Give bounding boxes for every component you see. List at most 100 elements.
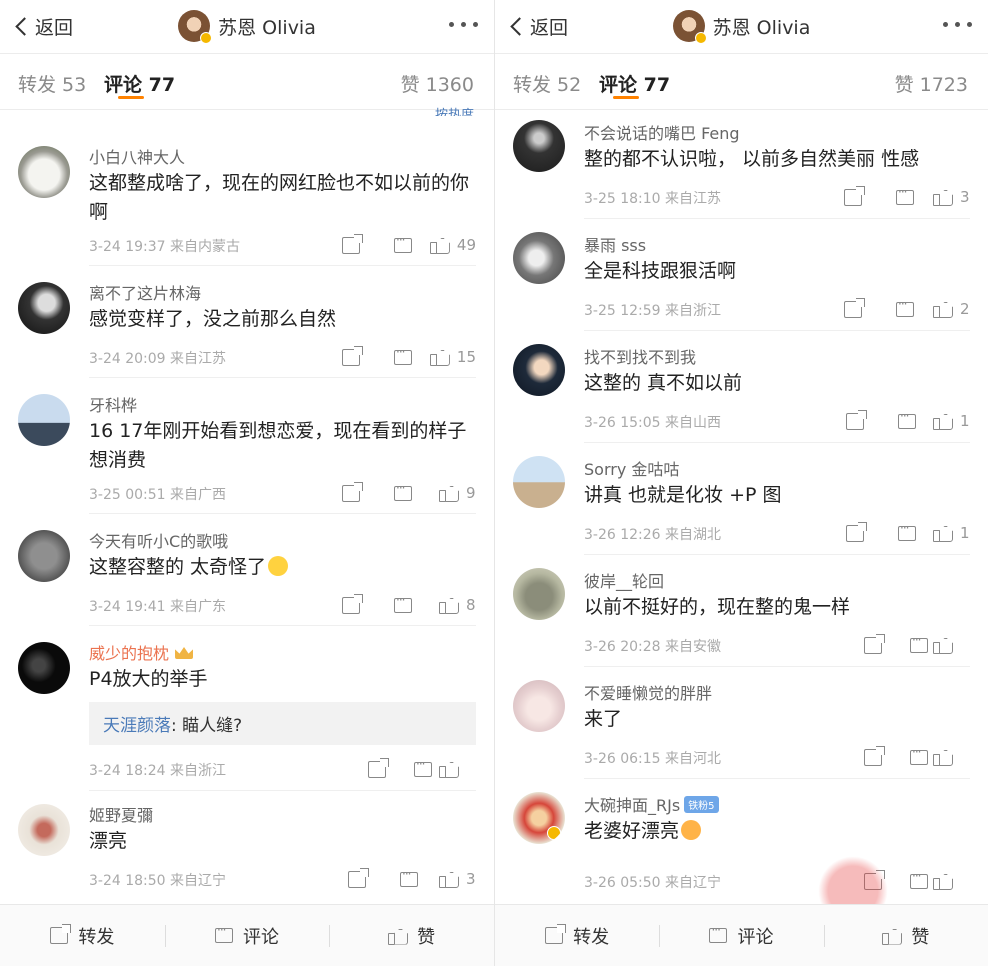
divider: [89, 377, 476, 378]
like-label: 赞: [417, 926, 436, 948]
tab-repost[interactable]: 转发 53: [18, 70, 86, 97]
comment-icon[interactable]: [360, 345, 412, 365]
comment-icon[interactable]: [864, 521, 916, 541]
share-icon[interactable]: [330, 481, 363, 502]
comment-text: 这整容整的 太奇怪了: [89, 556, 267, 578]
avatar[interactable]: [18, 394, 70, 446]
share-icon[interactable]: [852, 633, 885, 654]
comment-icon[interactable]: [882, 869, 928, 889]
avatar[interactable]: [513, 120, 565, 172]
like-button[interactable]: [928, 636, 970, 654]
avatar[interactable]: [18, 804, 70, 856]
sort-toggle[interactable]: 按热度: [435, 104, 474, 116]
like-count: 3: [960, 188, 970, 206]
commenter-name[interactable]: 不爱睡懒觉的胖胖: [584, 680, 970, 703]
comment-meta: 3-24 18:50 来自辽宁: [89, 873, 227, 889]
commenter-name[interactable]: 彼岸__轮回: [584, 568, 970, 591]
tab-repost[interactable]: 转发 52: [513, 70, 581, 97]
page-title: 苏恩 Olivia: [0, 10, 494, 44]
tab-likes[interactable]: 赞 1723: [895, 70, 968, 97]
like-button[interactable]: 2: [914, 300, 970, 318]
like-button[interactable]: [928, 872, 970, 890]
more-icon[interactable]: [449, 22, 478, 27]
like-button[interactable]: 9: [412, 484, 476, 502]
commenter-name[interactable]: 姬野夏彌: [89, 802, 476, 825]
avatar[interactable]: [18, 530, 70, 582]
like-button[interactable]: 49: [412, 236, 476, 254]
like-button[interactable]: 15: [412, 348, 476, 366]
avatar[interactable]: [18, 642, 70, 694]
bottom-comment-button[interactable]: 评论: [164, 905, 330, 966]
avatar[interactable]: [513, 568, 565, 620]
comment-icon[interactable]: [882, 745, 928, 765]
share-icon[interactable]: [852, 745, 885, 766]
page-title: 苏恩 Olivia: [495, 10, 988, 44]
commenter-name[interactable]: 找不到找不到我: [584, 344, 970, 367]
share-icon[interactable]: [336, 867, 369, 888]
commenter-name[interactable]: 今天有听小C的歌哦: [89, 528, 476, 551]
comment-icon[interactable]: [386, 757, 432, 777]
comment-icon[interactable]: [366, 867, 418, 887]
bottom-like-button[interactable]: 赞: [823, 905, 988, 966]
commenter-name[interactable]: 离不了这片林海: [89, 280, 476, 303]
share-icon[interactable]: [834, 521, 867, 542]
commenter-name[interactable]: 大碗抻面_RJs: [584, 796, 680, 815]
like-button[interactable]: 3: [914, 188, 970, 206]
reply-author[interactable]: 天涯颜落: [103, 716, 171, 736]
commenter-name[interactable]: 不会说话的嘴巴 Feng: [584, 120, 970, 143]
comment-label: 评论: [243, 926, 279, 948]
commenter-name[interactable]: 牙科桦: [89, 392, 476, 415]
share-icon[interactable]: [330, 345, 363, 366]
like-icon: [429, 348, 449, 366]
comment-icon[interactable]: [360, 233, 412, 253]
like-count: 1: [960, 524, 970, 542]
like-button[interactable]: [432, 760, 476, 778]
like-button[interactable]: [928, 748, 970, 766]
avatar[interactable]: [18, 146, 70, 198]
heart-eyes-emoji-icon: [681, 820, 702, 840]
like-button[interactable]: 8: [412, 596, 476, 614]
avatar[interactable]: [513, 344, 565, 396]
commenter-name[interactable]: 威少的抱枕: [89, 644, 169, 663]
comment-icon[interactable]: [882, 633, 928, 653]
comment-icon[interactable]: [864, 409, 916, 429]
tab-likes[interactable]: 赞 1360: [401, 70, 474, 97]
share-icon[interactable]: [330, 593, 363, 614]
comment-icon[interactable]: [360, 593, 412, 613]
like-button[interactable]: 1: [916, 524, 970, 542]
avatar[interactable]: [513, 680, 565, 732]
like-icon: [439, 760, 458, 778]
tab-comments[interactable]: 评论 77: [104, 70, 175, 97]
share-icon[interactable]: [834, 409, 867, 430]
like-icon: [439, 484, 458, 502]
comment-text: 漂亮: [89, 830, 128, 852]
bottom-repost-button[interactable]: 转发: [495, 905, 659, 966]
share-icon[interactable]: [832, 185, 865, 206]
more-icon[interactable]: [943, 22, 972, 27]
bottom-comment-button[interactable]: 评论: [659, 905, 823, 966]
like-icon: [429, 236, 449, 254]
like-button[interactable]: 1: [916, 412, 970, 430]
comment-meta: 3-25 12:59 来自浙江: [584, 303, 722, 319]
commenter-name[interactable]: 小白八神大人: [89, 144, 476, 167]
commenter-name[interactable]: 暴雨 sss: [584, 232, 970, 255]
avatar[interactable]: [18, 282, 70, 334]
avatar[interactable]: [513, 456, 565, 508]
commenter-name[interactable]: Sorry 金咕咕: [584, 456, 970, 479]
like-icon: [933, 748, 952, 766]
author-name: 苏恩 Olivia: [712, 16, 811, 39]
share-icon[interactable]: [330, 233, 363, 254]
reply-box[interactable]: 天涯颜落: 瞄人缝?: [89, 702, 476, 745]
comment-icon[interactable]: [862, 185, 914, 205]
tab-comments[interactable]: 评论 77: [599, 70, 670, 97]
like-button[interactable]: 3: [418, 870, 476, 888]
share-icon[interactable]: [832, 297, 865, 318]
avatar[interactable]: [513, 232, 565, 284]
bottom-repost-button[interactable]: 转发: [0, 905, 165, 966]
bottom-like-button[interactable]: 赞: [329, 905, 494, 966]
comment-icon[interactable]: [360, 481, 412, 501]
avatar[interactable]: [513, 792, 565, 844]
top-bar: 返回 苏恩 Olivia: [0, 0, 494, 54]
share-icon[interactable]: [356, 757, 389, 778]
comment-icon[interactable]: [862, 297, 914, 317]
